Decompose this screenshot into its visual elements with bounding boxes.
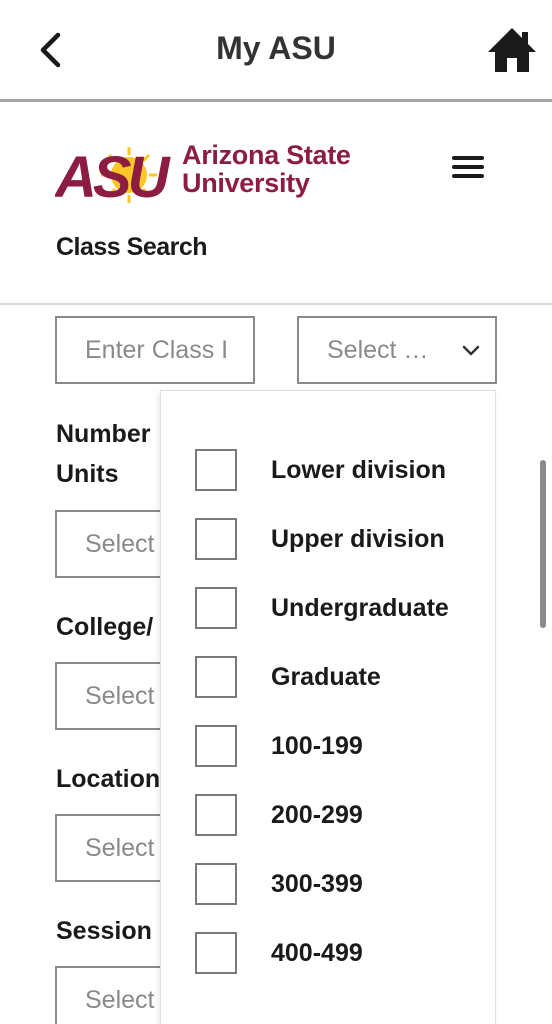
- level-dropdown-menu: Lower division Upper division Undergradu…: [160, 390, 496, 1024]
- option-400-499[interactable]: 400-499: [195, 932, 363, 974]
- location-label: Location: [56, 765, 161, 793]
- checkbox[interactable]: [195, 932, 237, 974]
- checkbox[interactable]: [195, 794, 237, 836]
- level-select-value: Select …: [327, 335, 429, 364]
- option-graduate[interactable]: Graduate: [195, 656, 381, 698]
- checkbox[interactable]: [195, 656, 237, 698]
- class-search-placeholder: Enter Class I: [85, 335, 229, 364]
- page-scrollbar[interactable]: [540, 460, 546, 628]
- home-button[interactable]: [484, 24, 540, 76]
- session-label: Session: [56, 917, 152, 945]
- option-upper-division[interactable]: Upper division: [195, 518, 445, 560]
- class-search-input[interactable]: Enter Class I: [55, 316, 255, 384]
- checkbox[interactable]: [195, 863, 237, 905]
- app-title: My ASU: [216, 30, 336, 66]
- checkbox[interactable]: [195, 587, 237, 629]
- app-bar: My ASU: [0, 0, 552, 102]
- units-label: Number Units: [56, 420, 151, 488]
- option-lower-division[interactable]: Lower division: [195, 449, 446, 491]
- option-100-199[interactable]: 100-199: [195, 725, 363, 767]
- option-200-299[interactable]: 200-299: [195, 794, 363, 836]
- option-undergraduate[interactable]: Undergraduate: [195, 587, 449, 629]
- asu-header: ASU Arizona State University Class Searc…: [0, 105, 552, 305]
- hamburger-menu-icon[interactable]: [448, 150, 488, 186]
- college-label: College/: [56, 613, 154, 641]
- chevron-down-icon: [462, 345, 480, 356]
- checkbox[interactable]: [195, 725, 237, 767]
- wordmark-line-1: Arizona State: [182, 140, 351, 170]
- svg-text:ASU: ASU: [55, 145, 172, 207]
- page-title: Class Search: [56, 233, 208, 261]
- option-300-399[interactable]: 300-399: [195, 863, 363, 905]
- checkbox[interactable]: [195, 449, 237, 491]
- wordmark-line-2: University: [182, 168, 310, 198]
- university-wordmark: Arizona State University: [182, 141, 351, 197]
- home-icon: [488, 28, 536, 72]
- checkbox[interactable]: [195, 518, 237, 560]
- level-select[interactable]: Select …: [297, 316, 497, 384]
